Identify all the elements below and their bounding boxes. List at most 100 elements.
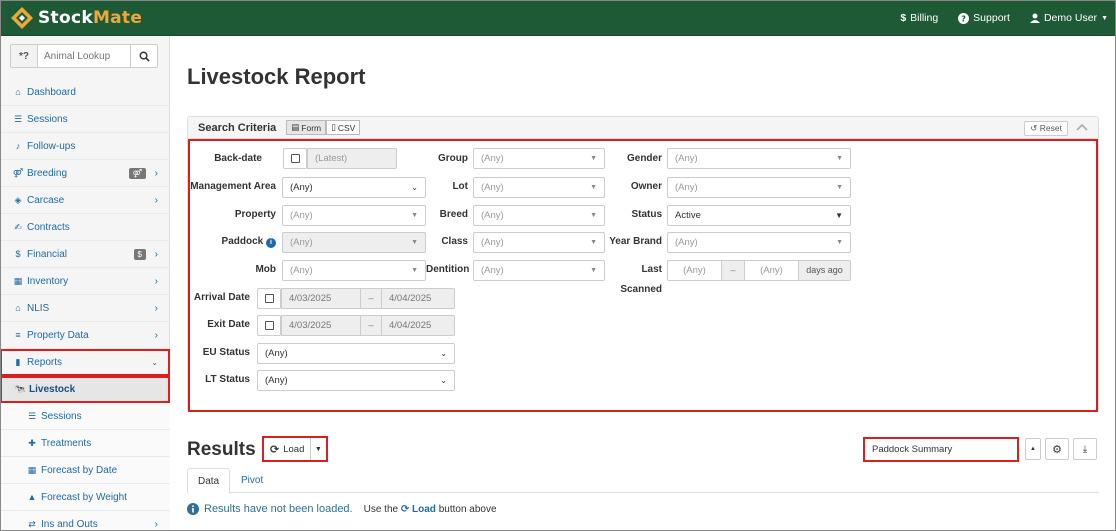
back-date-input[interactable]: (Latest) (307, 148, 397, 169)
csv-toggle-button[interactable]: ▯ CSV (326, 120, 361, 135)
dentition-label: Dentition (426, 264, 470, 275)
sidebar-item-nlis[interactable]: ⌂ NLIS › (0, 295, 170, 322)
undo-icon: ↺ (1030, 123, 1038, 133)
load-options-caret[interactable]: ▼ (311, 446, 325, 453)
caret-down-icon: ▼ (836, 239, 843, 246)
sidebar: *? ⌂Dashboard ☰Sessions ♪Follow-ups ⚤Bre… (0, 36, 170, 531)
owner-label: Owner (630, 181, 662, 192)
caret-down-icon: ▼ (590, 267, 597, 274)
chevron-right-icon: › (154, 276, 158, 287)
exit-date-from[interactable]: 4/03/2025 (281, 315, 361, 336)
sidebar-item-carcase[interactable]: ◈ Carcase › (0, 187, 170, 214)
sidebar-item-reports[interactable]: ▮ Reports ⌄ (0, 349, 170, 376)
last-scanned-to[interactable]: (Any) (744, 260, 799, 281)
exit-date-separator: – (361, 315, 381, 336)
results-notice: Results have not been loaded. Use the ⟳ … (187, 503, 497, 515)
results-hint: Use the ⟳ Load button above (363, 503, 497, 515)
caret-up-button[interactable]: ▲ (1025, 438, 1041, 460)
class-select[interactable]: (Any) ▼ (473, 232, 605, 253)
last-scanned-from[interactable]: (Any) (667, 260, 722, 281)
collapse-chevron-icon[interactable] (1074, 120, 1090, 134)
lookup-mode-button[interactable]: *? (11, 45, 38, 67)
mob-select[interactable]: (Any) ▼ (282, 260, 426, 281)
support-link[interactable]: ? Support (958, 12, 1010, 24)
load-button[interactable]: ⟳ Load (264, 438, 312, 460)
chevron-down-icon: ⌄ (440, 376, 447, 385)
summary-select[interactable]: Paddock Summary (863, 437, 1019, 462)
lookup-search-button[interactable] (130, 45, 157, 67)
back-date-checkbox[interactable] (283, 148, 307, 169)
eu-status-label: EU Status (202, 347, 250, 358)
user-icon (1029, 13, 1040, 23)
group-select[interactable]: (Any) ▼ (473, 148, 605, 169)
breed-label: Breed (439, 209, 468, 220)
property-select[interactable]: (Any) ▼ (282, 205, 426, 226)
info-icon[interactable]: i (266, 238, 276, 248)
reset-button[interactable]: ↺ Reset (1024, 121, 1068, 136)
hint-load-link[interactable]: Load (412, 504, 436, 515)
refresh-icon: ⟳ (270, 443, 280, 456)
caret-down-icon: ▼ (836, 184, 843, 191)
sidebar-item-sessions[interactable]: ☰ Sessions (0, 106, 170, 133)
back-date-label: Back-date (214, 153, 262, 164)
page-title: Livestock Report (187, 64, 366, 89)
chevron-right-icon: › (154, 303, 158, 314)
lt-status-select[interactable]: (Any) ⌄ (257, 370, 455, 391)
sidebar-subitem-ins-and-outs[interactable]: ⇄ Ins and Outs › (0, 511, 170, 531)
sidebar-item-dashboard[interactable]: ⌂ Dashboard (0, 79, 170, 106)
sidebar-item-inventory[interactable]: ▦ Inventory › (0, 268, 170, 295)
form-toggle-button[interactable]: ▤ Form (286, 120, 327, 135)
info-circle-icon (187, 503, 199, 515)
breed-select[interactable]: (Any) ▼ (473, 205, 605, 226)
dentition-select[interactable]: (Any) ▼ (473, 260, 605, 281)
exit-date-to[interactable]: 4/04/2025 (381, 315, 455, 336)
chevron-right-icon: › (154, 195, 158, 206)
management-area-label: Management Area (190, 181, 276, 192)
arrival-date-checkbox[interactable] (257, 288, 281, 309)
search-criteria-header: Search Criteria ▤ Form ▯ CSV ↺ Reset (188, 117, 1098, 139)
question-circle-icon: ? (958, 12, 970, 24)
boxes-icon: ▦ (13, 275, 23, 286)
arrival-date-from[interactable]: 4/03/2025 (281, 288, 361, 309)
caret-down-icon: ▼ (836, 155, 843, 162)
arrival-date-label: Arrival Date (193, 292, 250, 303)
app-logo[interactable]: StockMate (10, 3, 142, 33)
sidebar-subitem-sessions[interactable]: ☰ Sessions (0, 403, 170, 430)
exit-date-checkbox[interactable] (257, 315, 281, 336)
sidebar-item-property-data[interactable]: ≡ Property Data › (0, 322, 170, 349)
tab-data[interactable]: Data (187, 468, 231, 494)
billing-link[interactable]: $ Billing (900, 12, 938, 24)
paddock-select[interactable]: (Any) ▼ (282, 232, 426, 253)
caret-down-icon: ▼ (590, 239, 597, 246)
gender-select[interactable]: (Any) ▼ (667, 148, 851, 169)
eu-status-select[interactable]: (Any) ⌄ (257, 343, 455, 364)
sidebar-subitem-forecast-by-date[interactable]: ▦ Forecast by Date (0, 457, 170, 484)
sidebar-item-breeding[interactable]: ⚤ Breeding ⚤ › (0, 160, 170, 187)
sidebar-item-financial[interactable]: $ Financial $ › (0, 241, 170, 268)
sliders-icon: ≡ (15, 330, 21, 340)
year-brand-select[interactable]: (Any) ▼ (667, 232, 851, 253)
mob-label: Mob (255, 264, 276, 275)
sidebar-subitem-forecast-by-weight[interactable]: ▲ Forecast by Weight (0, 484, 170, 511)
arrival-date-separator: – (361, 288, 381, 309)
animal-lookup-input[interactable] (38, 45, 130, 67)
tab-pivot[interactable]: Pivot (231, 468, 273, 494)
sidebar-subitem-treatments[interactable]: ✚ Treatments (0, 430, 170, 457)
list-icon: ☰ (13, 113, 23, 124)
exit-date-label: Exit Date (207, 319, 250, 330)
sidebar-item-follow-ups[interactable]: ♪ Follow-ups (0, 133, 170, 160)
download-button[interactable]: ⤓ (1073, 438, 1097, 460)
arrival-date-to[interactable]: 4/04/2025 (381, 288, 455, 309)
sidebar-subitem-livestock[interactable]: 🐄 Livestock (0, 376, 170, 403)
sidebar-item-contracts[interactable]: ✍ Contracts (0, 214, 170, 241)
search-form: Back-date Management Area Property Paddo… (188, 139, 1098, 412)
owner-select[interactable]: (Any) ▼ (667, 177, 851, 198)
results-title: Results (187, 439, 256, 460)
settings-button[interactable]: ⚙ (1045, 438, 1069, 460)
user-menu[interactable]: Demo User ▼ (1029, 12, 1108, 24)
management-area-select[interactable]: (Any) ⌄ (282, 177, 426, 198)
chevron-right-icon: › (154, 330, 158, 341)
bar-chart-icon: ▮ (15, 356, 21, 367)
lot-select[interactable]: (Any) ▼ (473, 177, 605, 198)
status-select[interactable]: Active ▼ (667, 205, 851, 226)
